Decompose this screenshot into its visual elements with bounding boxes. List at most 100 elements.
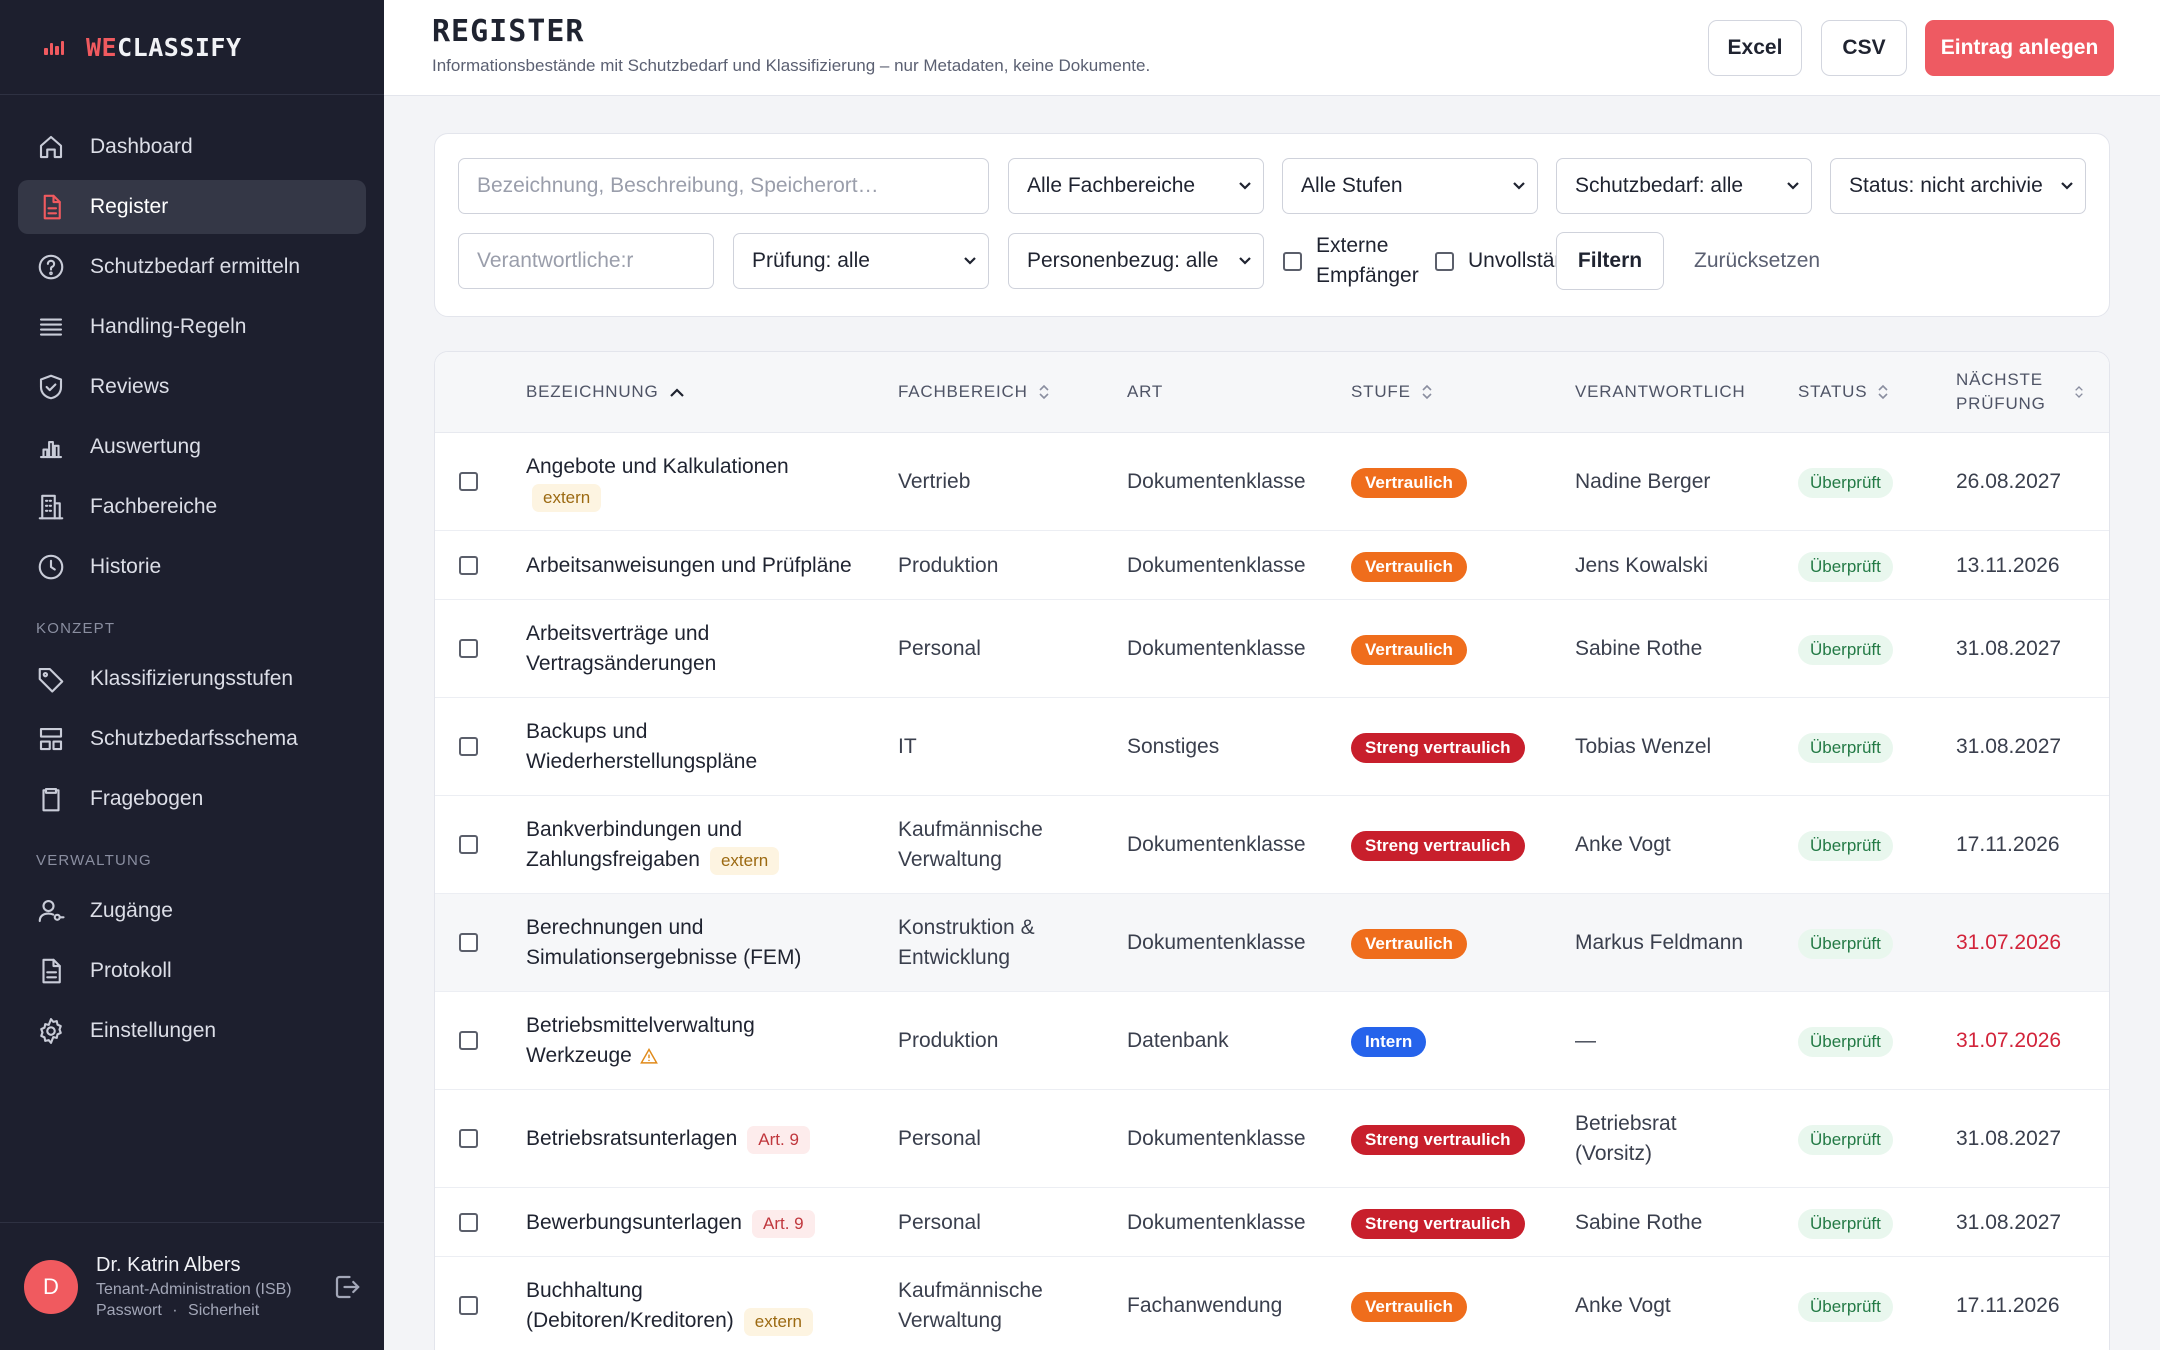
table-row[interactable]: Arbeitsverträge und Vertragsänderungen Per… <box>435 600 2109 698</box>
cell-bezeichnung: Arbeitsanweisungen und Prüfpläne <box>526 551 886 581</box>
password-link[interactable]: Passwort <box>96 1302 162 1319</box>
sidebar-item-protokoll[interactable]: Protokoll <box>18 944 366 998</box>
avatar[interactable]: D <box>24 1259 78 1314</box>
sidebar-item-fachbereiche[interactable]: Fachbereiche <box>18 480 366 534</box>
chevron-down-icon <box>2061 182 2073 190</box>
csv-button[interactable]: CSV <box>1821 20 1907 76</box>
row-checkbox[interactable] <box>459 835 478 854</box>
security-link[interactable]: Sicherheit <box>188 1302 259 1319</box>
table-row[interactable]: Bewerbungsunterlagen Art. 9 Personal Dokume… <box>435 1188 2109 1257</box>
art9-tag: Art. 9 <box>747 1126 810 1154</box>
externe-label-line1: Externe <box>1316 234 1389 257</box>
cell-stufe: Vertraulich <box>1351 1291 1467 1322</box>
cell-status: Überprüft <box>1798 1208 1893 1239</box>
filter-button[interactable]: Filtern <box>1556 232 1664 290</box>
page-title: REGISTER <box>432 14 585 49</box>
sidebar-item-schutzbedarfsschema[interactable]: Schutzbedarfsschema <box>18 712 366 766</box>
create-entry-button[interactable]: Eintrag anlegen <box>1925 20 2114 76</box>
status-badge: Überprüft <box>1798 468 1893 498</box>
sidebar-item-reviews[interactable]: Reviews <box>18 360 366 414</box>
sidebar-item-einstellungen[interactable]: Einstellungen <box>18 1004 366 1058</box>
table-row[interactable]: Betriebsratsunterlagen Art. 9 Personal Doku… <box>435 1090 2109 1188</box>
stufe-select[interactable]: Alle Stufen <box>1282 158 1538 214</box>
register-table: BEZEICHNUNG FACHBEREICH ART STUFE VERANT… <box>434 351 2110 1350</box>
cell-fachbereich-line: Kaufmännische <box>898 1279 1043 1302</box>
cell-bezeichnung-line: Vertragsänderungen <box>526 652 717 675</box>
nav-main: Dashboard Register Schutzbedarf ermitteln H… <box>0 95 384 594</box>
sidebar-item-label: Historie <box>90 555 162 578</box>
col-status-header[interactable]: STATUS <box>1798 382 1889 402</box>
excel-button[interactable]: Excel <box>1708 20 1802 76</box>
col-naechste-pruefung-header[interactable]: NÄCHSTE PRÜFUNG <box>1956 368 2046 416</box>
search-input[interactable]: Bezeichnung, Beschreibung, Speicherort… <box>458 158 989 214</box>
sidebar-item-schutzbedarf-ermitteln[interactable]: Schutzbedarf ermitteln <box>18 240 366 294</box>
table-row[interactable]: Betriebsmittelverwaltung Werkzeuge Produkt… <box>435 992 2109 1090</box>
table-row[interactable]: Bankverbindungen und Zahlungsfreigaben ext… <box>435 796 2109 894</box>
row-checkbox[interactable] <box>459 1129 478 1148</box>
unvollstaendig-checkbox[interactable]: Unvollstär <box>1435 246 1557 276</box>
brand[interactable]: WECLASSIFY <box>0 0 384 95</box>
status-select[interactable]: Status: nicht archivie <box>1830 158 2086 214</box>
col-fachbereich-header[interactable]: FACHBEREICH <box>898 382 1050 402</box>
schutzbedarf-select[interactable]: Schutzbedarf: alle <box>1556 158 1812 214</box>
verantwortlich-input[interactable]: Verantwortliche:r <box>458 233 714 289</box>
row-checkbox[interactable] <box>459 1031 478 1050</box>
list-icon <box>39 318 63 336</box>
sidebar-item-fragebogen[interactable]: Fragebogen <box>18 772 366 826</box>
cell-bezeichnung: Bewerbungsunterlagen Art. 9 <box>526 1208 886 1238</box>
stufe-select-value: Alle Stufen <box>1301 174 1403 197</box>
table-row[interactable]: Buchhaltung (Debitoren/Kreditoren) extern K… <box>435 1257 2109 1350</box>
cell-bezeichnung: Betriebsmittelverwaltung Werkzeuge <box>526 1011 886 1071</box>
cell-naechste-pruefung: 31.08.2027 <box>1956 637 2062 660</box>
personenbezug-select[interactable]: Personenbezug: alle <box>1008 233 1264 289</box>
table-row[interactable]: Berechnungen und Simulationsergebnisse (F… <box>435 894 2109 992</box>
cell-fachbereich-line: IT <box>898 735 917 758</box>
sidebar-item-zugänge[interactable]: Zugänge <box>18 884 366 938</box>
cell-verantwortlich-line: Sabine Rothe <box>1575 1210 1703 1234</box>
sidebar-item-label: Register <box>90 195 169 218</box>
row-checkbox[interactable] <box>459 1296 478 1315</box>
row-checkbox[interactable] <box>459 737 478 756</box>
checkbox[interactable] <box>1283 251 1302 271</box>
col-stufe-header[interactable]: STUFE <box>1351 382 1433 402</box>
externe-empfaenger-checkbox[interactable]: Externe Empfänger <box>1283 231 1419 291</box>
sidebar-item-handling-regeln[interactable]: Handling-Regeln <box>18 300 366 354</box>
row-checkbox[interactable] <box>459 639 478 658</box>
table-row[interactable]: Angebote und Kalkulationen extern Vertrieb… <box>435 433 2109 531</box>
row-checkbox[interactable] <box>459 933 478 952</box>
sort-icon[interactable] <box>2074 384 2084 400</box>
row-checkbox[interactable] <box>459 1212 478 1232</box>
cell-fachbereich-line: Personal <box>898 1210 981 1234</box>
cell-fachbereich-line: Produktion <box>898 1029 999 1052</box>
row-checkbox[interactable] <box>459 555 478 575</box>
logout-icon[interactable] <box>332 1272 362 1302</box>
table-row[interactable]: Backups und Wiederherstellungspläne IT Sons… <box>435 698 2109 796</box>
sidebar-item-label: Auswertung <box>90 435 201 458</box>
cell-bezeichnung-line: Bankverbindungen und <box>526 818 743 841</box>
checkbox[interactable] <box>1435 251 1454 271</box>
sidebar-item-label: Schutzbedarfsschema <box>90 727 298 750</box>
sidebar-item-klassifizierungsstufen[interactable]: Klassifizierungsstufen <box>18 652 366 706</box>
cell-bezeichnung-line: (Debitoren/Kreditoren) <box>526 1309 734 1332</box>
table-row[interactable]: Arbeitsanweisungen und Prüfpläne Produkti… <box>435 531 2109 600</box>
cell-verantwortlich-line: Betriebsrat <box>1575 1112 1677 1135</box>
sidebar-item-auswertung[interactable]: Auswertung <box>18 420 366 474</box>
status-badge: Überprüft <box>1798 929 1893 959</box>
reset-link[interactable]: Zurücksetzen <box>1694 249 1820 273</box>
col-naechste-label-1: NÄCHSTE <box>1956 370 2043 389</box>
sidebar-item-dashboard[interactable]: Dashboard <box>18 120 366 174</box>
fachbereich-select[interactable]: Alle Fachbereiche <box>1008 158 1264 214</box>
stufe-badge: Streng vertraulich <box>1351 1125 1525 1155</box>
col-art-header: ART <box>1127 382 1164 401</box>
cell-bezeichnung: Backups und Wiederherstellungspläne <box>526 717 886 777</box>
stufe-badge: Vertraulich <box>1351 1292 1467 1322</box>
pruefung-select[interactable]: Prüfung: alle <box>733 233 989 289</box>
user-links: Passwort · Sicherheit <box>96 1302 332 1320</box>
externe-label-line2: Empfänger <box>1316 264 1419 287</box>
cell-fachbereich-line: Verwaltung <box>898 1309 1002 1332</box>
cell-art: Dokumentenklasse <box>1127 637 1306 660</box>
sidebar-item-historie[interactable]: Historie <box>18 540 366 594</box>
sidebar-item-register[interactable]: Register <box>18 180 366 234</box>
col-bezeichnung-header[interactable]: BEZEICHNUNG <box>526 382 685 402</box>
row-checkbox[interactable] <box>459 472 478 491</box>
